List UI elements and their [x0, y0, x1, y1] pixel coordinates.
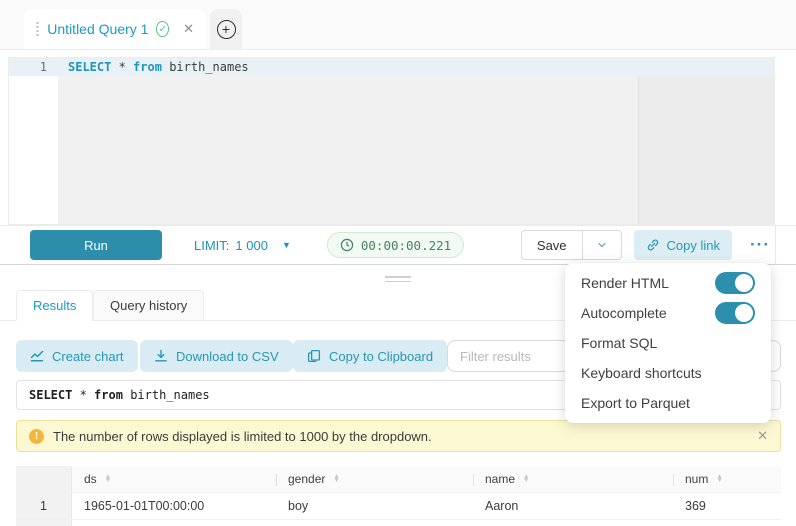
save-options-button[interactable]: [582, 230, 622, 260]
cell-gender: [276, 520, 473, 526]
warning-icon: !: [29, 429, 44, 444]
copy-clipboard-label: Copy to Clipboard: [329, 349, 433, 364]
sort-icon[interactable]: ▲▼: [105, 475, 111, 484]
query-tab[interactable]: Untitled Query 1 ✓ ✕: [24, 9, 206, 49]
row-number-header: [16, 466, 72, 492]
column-header-ds[interactable]: ds ▲▼: [72, 466, 276, 492]
row-number: 1: [16, 493, 72, 519]
query-timer: 00:00:00.221: [327, 232, 464, 258]
editor-line-number: 1: [9, 58, 58, 76]
cell-num: [673, 520, 780, 526]
toolbar-right-group: Save Copy link ···: [521, 230, 770, 260]
column-header-name[interactable]: name ▲▼: [473, 466, 673, 492]
render-html-toggle[interactable]: [715, 272, 755, 294]
copy-link-label: Copy link: [667, 238, 720, 253]
cell-name: Aaron: [473, 493, 673, 519]
cell-ds: [72, 520, 276, 526]
limit-dropdown[interactable]: LIMIT: 1 000 ▼: [194, 238, 291, 253]
sort-icon[interactable]: ▲▼: [523, 475, 529, 484]
table-header-row: ds ▲▼ gender ▲▼ name ▲▼ num ▲▼: [16, 466, 781, 493]
column-header-gender[interactable]: gender ▲▼: [276, 466, 473, 492]
tab-query-history[interactable]: Query history: [93, 290, 204, 321]
copy-link-button[interactable]: Copy link: [634, 230, 732, 260]
menu-item-format-sql[interactable]: Format SQL: [565, 328, 771, 358]
add-tab-button[interactable]: +: [210, 9, 242, 49]
column-header-label: gender: [288, 472, 325, 486]
pane-resize-handle[interactable]: [385, 276, 411, 285]
cell-ds: 1965-01-01T00:00:00: [72, 493, 276, 519]
drag-dots-icon[interactable]: [36, 22, 38, 37]
limit-value: 1 000: [235, 238, 268, 253]
clipboard-copy-icon: [307, 349, 321, 363]
tab-results[interactable]: Results: [16, 290, 93, 321]
more-options-menu: Render HTML Autocomplete Format SQL Keyb…: [565, 263, 771, 423]
column-header-label: ds: [84, 472, 97, 486]
editor-margin-zone: [638, 76, 774, 224]
cell-name: [473, 520, 673, 526]
sql-table-name: birth_names: [169, 60, 248, 74]
save-button[interactable]: Save: [521, 230, 582, 260]
menu-item-label: Export to Parquet: [581, 395, 690, 411]
save-split-button: Save: [521, 230, 622, 260]
sql-keyword: SELECT: [29, 388, 72, 402]
cell-gender: boy: [276, 493, 473, 519]
menu-item-label: Render HTML: [581, 275, 669, 291]
sql-lab-page: Untitled Query 1 ✓ ✕ + 1 SELECT * from b…: [0, 0, 796, 526]
create-chart-label: Create chart: [52, 349, 124, 364]
editor-print-margin: [638, 76, 639, 224]
column-header-num[interactable]: num ▲▼: [673, 466, 780, 492]
menu-item-render-html[interactable]: Render HTML: [565, 268, 771, 298]
close-tab-icon[interactable]: ✕: [183, 21, 194, 37]
plus-icon: +: [217, 20, 236, 39]
menu-item-autocomplete[interactable]: Autocomplete: [565, 298, 771, 328]
query-tab-label: Untitled Query 1: [47, 21, 148, 37]
editor-gutter: [9, 58, 58, 224]
caret-down-icon: ▼: [282, 240, 291, 250]
sql-operator: *: [72, 388, 94, 402]
table-row: [16, 520, 781, 526]
sql-keyword: from: [133, 60, 162, 74]
chart-line-icon: [30, 349, 44, 363]
download-csv-button[interactable]: Download to CSV: [140, 340, 293, 372]
sort-icon[interactable]: ▲▼: [333, 475, 339, 484]
download-icon: [154, 349, 168, 363]
create-chart-button[interactable]: Create chart: [16, 340, 138, 372]
editor-toolbar: Run LIMIT: 1 000 ▼ 00:00:00.221 Save: [0, 225, 796, 264]
column-header-label: name: [485, 472, 515, 486]
table-row: 1 1965-01-01T00:00:00 boy Aaron 369: [16, 493, 781, 520]
editor-code-line[interactable]: SELECT * from birth_names: [58, 58, 774, 76]
sql-keyword: SELECT: [68, 60, 111, 74]
autocomplete-toggle[interactable]: [715, 302, 755, 324]
warning-text: The number of rows displayed is limited …: [53, 429, 432, 444]
menu-item-label: Autocomplete: [581, 305, 667, 321]
menu-item-label: Format SQL: [581, 335, 657, 351]
query-tab-bar: Untitled Query 1 ✓ ✕ +: [0, 0, 796, 50]
dismiss-warning-icon[interactable]: ✕: [757, 428, 768, 444]
query-success-check-icon: ✓: [156, 21, 169, 37]
sql-editor[interactable]: 1 SELECT * from birth_names: [8, 57, 775, 225]
row-number: [16, 520, 72, 526]
cell-num: 369: [673, 493, 780, 519]
more-options-button[interactable]: ···: [750, 235, 770, 255]
elapsed-time: 00:00:00.221: [361, 238, 451, 253]
clock-icon: [340, 238, 354, 252]
menu-item-label: Keyboard shortcuts: [581, 365, 702, 381]
menu-item-keyboard-shortcuts[interactable]: Keyboard shortcuts: [565, 358, 771, 388]
sql-table-name: [123, 388, 130, 402]
copy-clipboard-button[interactable]: Copy to Clipboard: [293, 340, 447, 372]
download-csv-label: Download to CSV: [176, 349, 279, 364]
row-limit-warning-banner: ! The number of rows displayed is limite…: [16, 420, 781, 452]
limit-label: LIMIT:: [194, 238, 229, 253]
run-button[interactable]: Run: [30, 230, 162, 260]
link-icon: [646, 238, 660, 252]
sql-table-name: birth_names: [130, 388, 209, 402]
sql-keyword: from: [94, 388, 123, 402]
menu-item-export-parquet[interactable]: Export to Parquet: [565, 388, 771, 418]
sort-icon[interactable]: ▲▼: [716, 475, 722, 484]
sql-operator: *: [111, 60, 133, 74]
results-table: ds ▲▼ gender ▲▼ name ▲▼ num ▲▼: [16, 466, 781, 526]
column-header-label: num: [685, 472, 708, 486]
toolbar-right-border: [775, 225, 776, 265]
